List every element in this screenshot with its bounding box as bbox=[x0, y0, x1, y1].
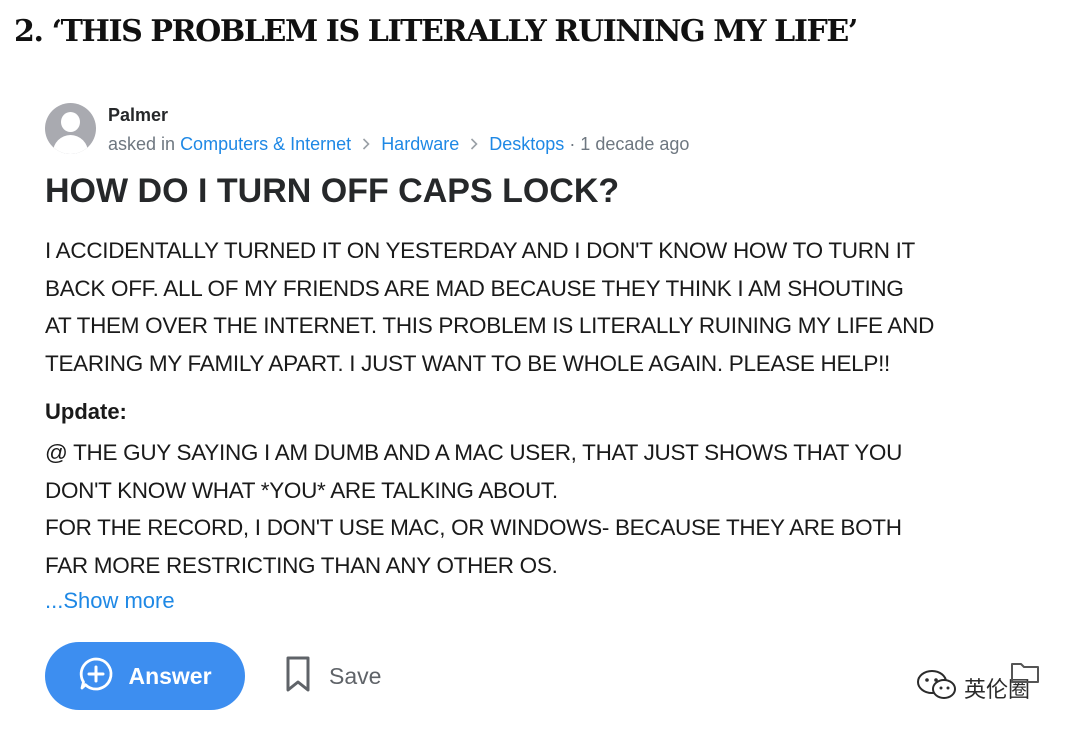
save-label: Save bbox=[329, 662, 382, 689]
bookmark-icon bbox=[285, 655, 311, 698]
question-meta: asked in Computers & Internet Hardware D… bbox=[108, 134, 689, 155]
update-line: FAR MORE RESTRICTING THAN ANY OTHER OS. bbox=[45, 553, 558, 579]
time-ago: · 1 decade ago bbox=[569, 134, 690, 154]
user-avatar-icon[interactable] bbox=[45, 103, 96, 154]
save-button[interactable]: Save bbox=[285, 652, 381, 700]
chevron-right-icon bbox=[362, 137, 370, 155]
asked-in-label: asked in bbox=[108, 134, 176, 154]
article-heading: 2. ‘THIS PROBLEM IS LITERALLY RUINING MY… bbox=[14, 14, 858, 49]
body-line: I ACCIDENTALLY TURNED IT ON YESTERDAY AN… bbox=[45, 238, 915, 263]
body-line: BACK OFF. ALL OF MY FRIENDS ARE MAD BECA… bbox=[45, 275, 904, 301]
question-body: I ACCIDENTALLY TURNED IT ON YESTERDAY AN… bbox=[45, 232, 1045, 383]
answer-label: Answer bbox=[128, 662, 212, 689]
body-line: AT THEM OVER THE INTERNET. THIS PROBLEM … bbox=[45, 313, 935, 339]
wechat-icon bbox=[916, 668, 958, 707]
category-link-desktops[interactable]: Desktops bbox=[489, 134, 564, 154]
category-link-computers-internet[interactable]: Computers & Internet bbox=[180, 134, 351, 154]
plus-circle-icon bbox=[78, 656, 114, 697]
chevron-right-icon bbox=[470, 137, 478, 155]
question-title: HOW DO I TURN OFF CAPS LOCK? bbox=[45, 172, 620, 210]
update-line: @ THE GUY SAYING I AM DUMB AND A MAC USE… bbox=[45, 440, 903, 465]
update-line: FOR THE RECORD, I DON'T USE MAC, OR WIND… bbox=[45, 515, 902, 541]
category-link-hardware[interactable]: Hardware bbox=[381, 134, 459, 154]
update-label: Update: bbox=[45, 399, 127, 424]
author-name[interactable]: Palmer bbox=[108, 105, 168, 126]
update-body: @ THE GUY SAYING I AM DUMB AND A MAC USE… bbox=[45, 434, 1045, 585]
body-line: TEARING MY FAMILY APART. I JUST WANT TO … bbox=[45, 351, 890, 377]
show-more-link[interactable]: ...Show more bbox=[45, 588, 175, 614]
folder-icon bbox=[1010, 660, 1040, 689]
update-line: DON'T KNOW WHAT *YOU* ARE TALKING ABOUT. bbox=[45, 477, 558, 503]
answer-button[interactable]: Answer bbox=[45, 642, 245, 710]
